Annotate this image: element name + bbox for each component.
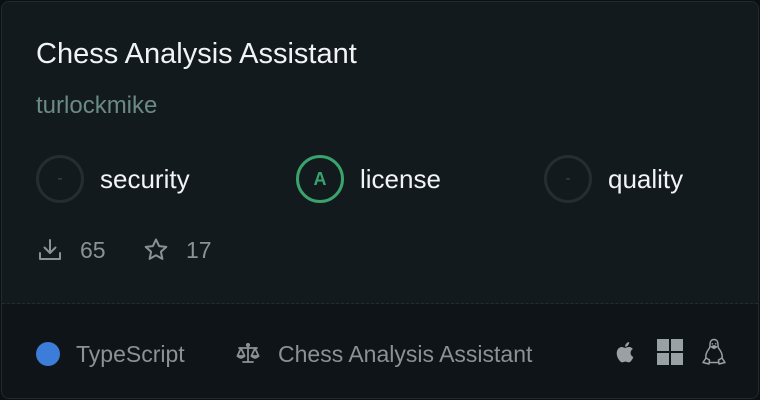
stars-stat: 17 xyxy=(142,236,212,264)
downloads-count: 65 xyxy=(80,237,106,263)
card-title[interactable]: Chess Analysis Assistant xyxy=(36,36,357,72)
scale-icon xyxy=(236,342,260,363)
card-body: Chess Analysis Assistant turlockmike - s… xyxy=(2,2,758,303)
language-dot xyxy=(36,342,60,366)
grade-badge: A xyxy=(296,155,344,203)
grade-security: - security xyxy=(36,155,190,203)
star-icon xyxy=(144,238,168,260)
linux-icon xyxy=(702,338,726,365)
grade-label: license xyxy=(360,164,441,194)
license-name: Chess Analysis Assistant xyxy=(278,340,533,367)
grade-label: security xyxy=(100,164,190,194)
grade-quality: - quality xyxy=(544,155,683,203)
platform-list xyxy=(610,336,730,368)
grade-badge: - xyxy=(36,155,84,203)
language-tag: TypeScript xyxy=(36,340,185,368)
grade-label: quality xyxy=(608,164,684,194)
grade-badge: - xyxy=(544,155,592,203)
windows-icon xyxy=(657,339,683,365)
apple-icon xyxy=(616,342,634,363)
language-name: TypeScript xyxy=(76,340,185,367)
server-card[interactable]: Chess Analysis Assistant turlockmike - s… xyxy=(1,1,759,399)
license-info: Chess Analysis Assistant xyxy=(234,340,532,368)
grade-license: A license xyxy=(296,155,441,203)
stars-count: 17 xyxy=(186,237,212,263)
downloads-stat: 65 xyxy=(36,236,106,264)
author-link[interactable]: turlockmike xyxy=(36,90,157,122)
download-icon xyxy=(39,239,61,260)
